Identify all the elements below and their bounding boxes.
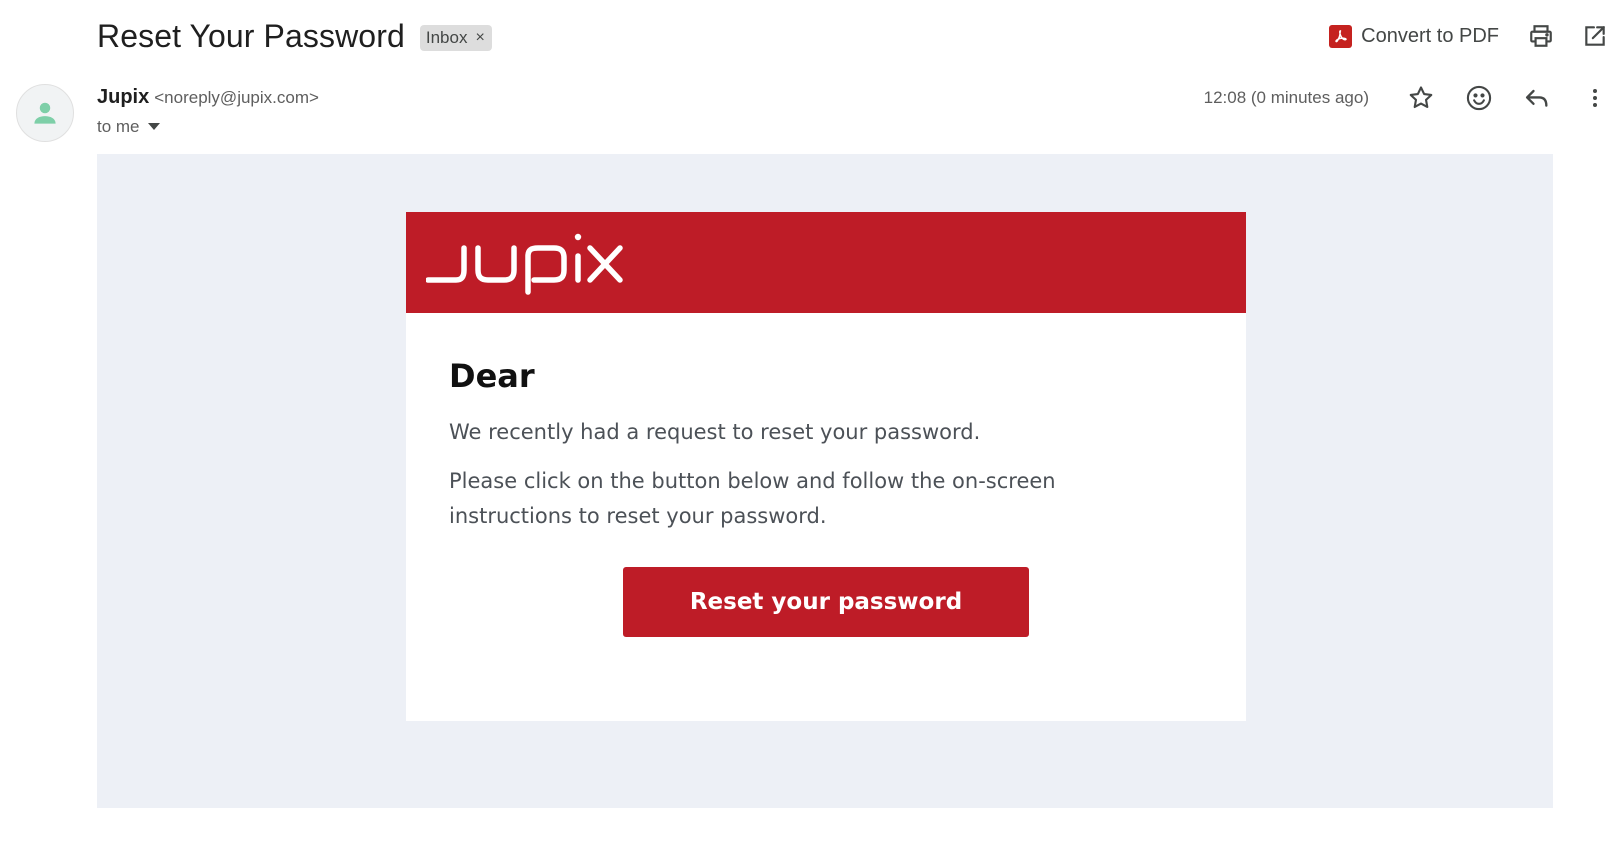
sender-block: Jupix <noreply@jupix.com> to me [97, 86, 319, 137]
more-vert-icon [1593, 89, 1597, 107]
sender-line: Jupix <noreply@jupix.com> [97, 86, 319, 109]
print-button[interactable] [1521, 16, 1561, 56]
convert-to-pdf-label: Convert to PDF [1361, 24, 1499, 47]
sender-email: <noreply@jupix.com> [154, 88, 319, 107]
convert-to-pdf-button[interactable]: Convert to PDF [1321, 16, 1507, 56]
sender-name[interactable]: Jupix [97, 86, 149, 109]
print-icon [1530, 25, 1552, 47]
cta-wrapper: Reset your password [449, 567, 1203, 637]
star-button[interactable] [1401, 78, 1441, 118]
add-reaction-button[interactable] [1459, 78, 1499, 118]
reply-icon [1525, 89, 1548, 107]
person-icon [34, 102, 56, 124]
chevron-down-icon [147, 123, 160, 130]
email-body: jupix Dear We recently had a request to … [97, 154, 1553, 808]
email-card-content: Dear We recently had a request to reset … [406, 313, 1246, 637]
greeting-heading: Dear [449, 357, 535, 395]
sender-avatar[interactable] [16, 84, 74, 142]
to-me-label: to me [97, 117, 140, 136]
more-options-button[interactable] [1575, 78, 1615, 118]
reset-password-button[interactable]: Reset your password [623, 567, 1029, 637]
message-actions: 12:08 (0 minutes ago) [1204, 78, 1615, 118]
remove-label-icon[interactable]: × [475, 29, 484, 46]
inbox-label-chip[interactable]: Inbox × [419, 24, 492, 51]
body-paragraph-2: Please click on the button below and fol… [449, 469, 1056, 528]
recipients-toggle[interactable]: to me [97, 117, 319, 137]
emoji-icon [1466, 85, 1492, 111]
subject-row: Reset Your Password Inbox × Convert to P… [97, 14, 1615, 58]
email-subject: Reset Your Password [97, 17, 405, 54]
reply-button[interactable] [1517, 78, 1557, 118]
body-paragraph-1: We recently had a request to reset your … [449, 420, 981, 444]
email-view: Reset Your Password Inbox × Convert to P… [0, 0, 1623, 846]
brand-header: jupix [406, 212, 1246, 313]
open-in-new-icon [1585, 26, 1605, 46]
star-icon [1409, 86, 1433, 109]
open-in-new-window-button[interactable] [1575, 16, 1615, 56]
subject-actions: Convert to PDF [1321, 16, 1615, 56]
email-card: jupix Dear We recently had a request to … [406, 212, 1246, 721]
pdf-icon [1329, 24, 1353, 48]
jupix-logo: jupix [426, 233, 623, 295]
label-chip-text: Inbox [425, 27, 468, 47]
message-timestamp: 12:08 (0 minutes ago) [1203, 88, 1369, 107]
